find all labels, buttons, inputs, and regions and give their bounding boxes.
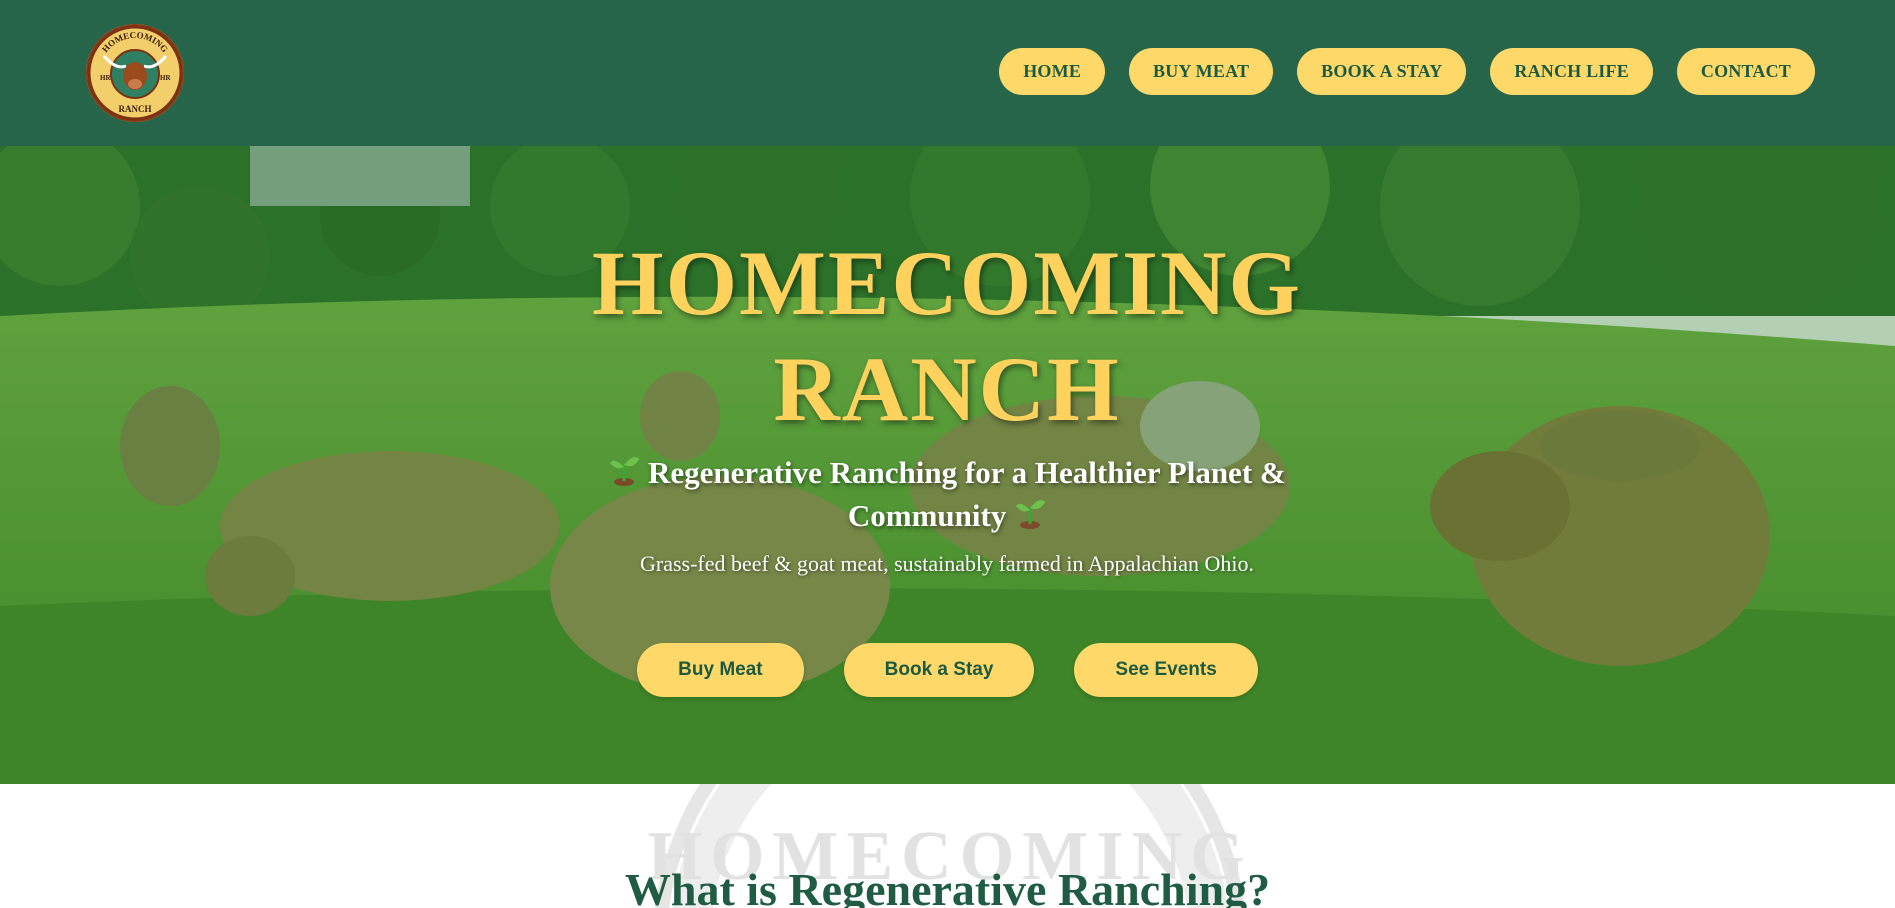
hero-title: HOMECOMING RANCH <box>547 230 1347 442</box>
sprout-icon <box>1016 500 1046 529</box>
hero-tagline-text: Regenerative Ranching for a Healthier Pl… <box>648 455 1286 533</box>
nav-ranch-life[interactable]: RANCH LIFE <box>1490 48 1653 95</box>
see-events-button[interactable]: See Events <box>1074 643 1258 697</box>
buy-meat-button[interactable]: Buy Meat <box>637 643 804 697</box>
ranch-logo[interactable]: HOMECOMING RANCH HR HR <box>86 24 184 122</box>
hero-cta-row: Buy Meat Book a Stay See Events <box>0 643 1895 697</box>
logo-brand-left: HR <box>100 74 111 82</box>
hero-subtext: Grass-fed beef & goat meat, sustainably … <box>640 551 1254 576</box>
logo-text-bottom: RANCH <box>119 104 152 114</box>
nav-buy-meat[interactable]: BUY MEAT <box>1129 48 1274 95</box>
nav-book-a-stay[interactable]: BOOK A STAY <box>1297 48 1467 95</box>
nav-contact[interactable]: CONTACT <box>1676 48 1815 95</box>
book-a-stay-button[interactable]: Book a Stay <box>843 643 1035 697</box>
sprout-icon <box>610 457 640 486</box>
nav-home[interactable]: HOME <box>999 48 1106 95</box>
hero-title-line1: HOMECOMING <box>592 232 1302 334</box>
hero-title-line2: RANCH <box>773 338 1121 440</box>
regenerative-section: HOMECOMING What is Regenerative Ranching… <box>0 784 1895 908</box>
main-nav: HOME BUY MEAT BOOK A STAY RANCH LIFE CON… <box>999 48 1815 95</box>
section-title: What is Regenerative Ranching? <box>624 864 1271 908</box>
hero-tagline: Regenerative Ranching for a Healthier Pl… <box>572 451 1322 537</box>
site-header: HOMECOMING RANCH HR HR HOME BUY MEAT BOO… <box>0 0 1895 146</box>
logo-emblem-icon: HOMECOMING RANCH HR HR <box>87 25 183 121</box>
hero-content: HOMECOMING RANCH Regenerative Ranching f… <box>0 146 1895 784</box>
hero-section: HOMECOMING RANCH Regenerative Ranching f… <box>0 146 1895 784</box>
logo-brand-right: HR <box>160 74 171 82</box>
